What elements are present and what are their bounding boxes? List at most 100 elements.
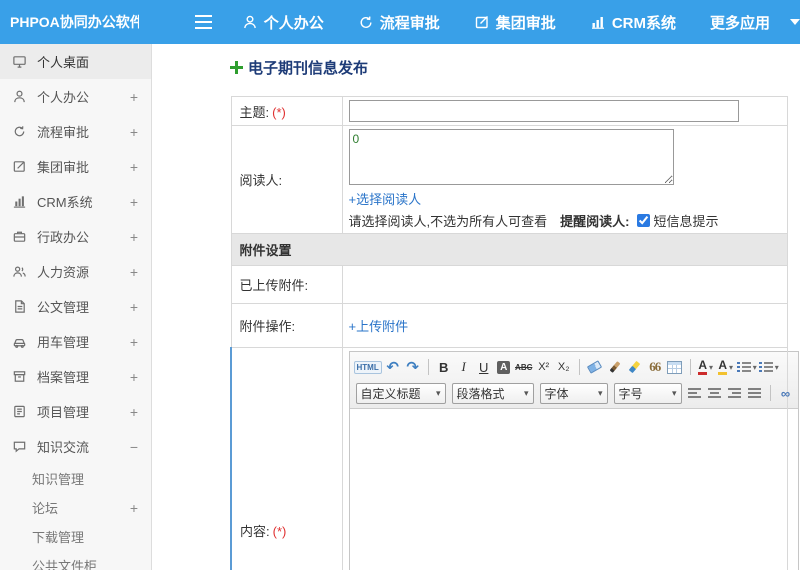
required-marker: (*): [272, 104, 286, 120]
expand-indicator[interactable]: +: [130, 194, 138, 210]
expand-indicator[interactable]: +: [130, 89, 138, 105]
sidebar-item-knowledge-mgmt[interactable]: 知识管理: [0, 464, 151, 493]
paragraph-select[interactable]: 段落格式 ▾: [451, 382, 534, 404]
blockquote-icon[interactable]: 66: [646, 357, 664, 377]
attachment-operation-row: 附件操作: +上传附件: [230, 303, 788, 348]
font-name-icon[interactable]: A: [495, 357, 513, 377]
nav-crm[interactable]: CRM系统: [590, 12, 676, 33]
subject-input[interactable]: [348, 100, 739, 122]
sidebar-item-document-mgmt[interactable]: 公文管理 +: [0, 289, 151, 324]
sidebar-subitem-label: 知识管理: [32, 472, 85, 487]
clipboard-icon: [12, 404, 29, 419]
sidebar-item-public-file-cabinet[interactable]: 公共文件柜: [0, 551, 151, 570]
expand-indicator[interactable]: +: [130, 334, 138, 350]
sidebar-item-personal-office[interactable]: 个人办公 +: [0, 79, 151, 114]
toolbar-separator: [769, 385, 771, 401]
sidebar-item-personal-desktop[interactable]: 个人桌面: [0, 44, 151, 79]
sidebar-item-workflow-approval[interactable]: 流程审批 +: [0, 114, 151, 149]
sidebar-subitem-label: 公共文件柜: [32, 559, 98, 570]
font-color-icon[interactable]: A ▾: [697, 357, 715, 377]
remind-readers-label: 提醒阅读人:: [560, 214, 630, 229]
subscript-icon[interactable]: X₂: [555, 357, 573, 377]
font-size-select[interactable]: 字号 ▾: [613, 382, 682, 404]
sidebar-item-crm[interactable]: CRM系统 +: [0, 184, 151, 219]
expand-indicator[interactable]: +: [130, 369, 138, 385]
highlighter-icon[interactable]: [626, 357, 644, 377]
toolbar-separator: [689, 359, 691, 375]
add-icon: [230, 60, 243, 74]
content-label-cell: 内容: (*): [230, 347, 343, 570]
select-readers-link[interactable]: +选择阅读人: [349, 189, 422, 208]
cycle-icon: [12, 124, 29, 139]
briefcase-icon: [12, 229, 29, 244]
uploaded-label: 已上传附件:: [230, 265, 343, 304]
bold-icon[interactable]: B: [435, 357, 453, 377]
nav-group-approval[interactable]: 集团审批: [474, 12, 556, 33]
nav-personal-office[interactable]: 个人办公: [242, 12, 324, 33]
italic-icon[interactable]: I: [455, 357, 473, 377]
nav-label: 更多应用: [709, 14, 770, 32]
upload-attachment-link[interactable]: +上传附件: [349, 316, 409, 335]
editor-body[interactable]: [349, 409, 798, 570]
font-family-select[interactable]: 字体 ▾: [539, 382, 608, 404]
expand-indicator[interactable]: +: [130, 264, 138, 280]
eraser-icon[interactable]: [586, 357, 604, 377]
sidebar-item-download-mgmt[interactable]: 下载管理: [0, 522, 151, 551]
highlight-color-icon[interactable]: A ▾: [717, 357, 735, 377]
nav-workflow-approval[interactable]: 流程审批: [358, 12, 440, 33]
undo-icon[interactable]: ↶: [384, 357, 402, 377]
ordered-list-icon[interactable]: ▾: [736, 357, 757, 377]
uploaded-attachments-row: 已上传附件:: [230, 265, 788, 304]
person-icon: [12, 89, 29, 104]
document-icon: [12, 299, 29, 314]
nav-more-apps[interactable]: 更多应用: [710, 12, 800, 33]
expand-indicator[interactable]: +: [130, 229, 138, 245]
app-logo: PHPOA协同办公软件: [10, 14, 140, 30]
uploaded-attachments-cell: [341, 265, 788, 304]
unordered-list-icon[interactable]: ▾: [758, 357, 779, 377]
align-center-icon[interactable]: [706, 383, 724, 403]
chevron-down-icon[interactable]: [790, 19, 800, 25]
subject-label-cell: 主题: (*): [230, 96, 343, 126]
source-code-icon[interactable]: HTML: [353, 357, 382, 377]
sidebar-item-hr[interactable]: 人力资源 +: [0, 254, 151, 289]
expand-indicator[interactable]: +: [130, 124, 138, 140]
expand-indicator[interactable]: +: [130, 404, 138, 420]
align-right-icon[interactable]: [726, 383, 744, 403]
archive-icon: [12, 369, 29, 384]
underline-icon[interactable]: U: [475, 357, 493, 377]
sidebar-item-project-mgmt[interactable]: 项目管理 +: [0, 394, 151, 429]
page-title: 电子期刊信息发布: [230, 58, 800, 77]
sidebar-item-vehicle-mgmt[interactable]: 用车管理 +: [0, 324, 151, 359]
expand-indicator[interactable]: −: [130, 439, 138, 455]
sidebar: 个人桌面 个人办公 + 流程审批 + 集团审批 + CRM系统 + 行政办公 +…: [0, 44, 152, 570]
format-brush-icon[interactable]: [606, 357, 624, 377]
desktop-icon: [12, 54, 29, 69]
align-left-icon[interactable]: [686, 383, 704, 403]
align-justify-icon[interactable]: [746, 383, 764, 403]
sidebar-item-group-approval[interactable]: 集团审批 +: [0, 149, 151, 184]
sms-label: 短信息提示: [653, 214, 719, 229]
superscript-icon[interactable]: X²: [535, 357, 553, 377]
expand-indicator[interactable]: +: [130, 500, 138, 516]
link-icon[interactable]: ∞: [777, 383, 795, 403]
readers-textarea[interactable]: 0: [348, 129, 674, 185]
expand-indicator[interactable]: +: [130, 299, 138, 315]
strikethrough-icon[interactable]: ABC: [515, 357, 533, 377]
menu-toggle-icon[interactable]: [195, 15, 212, 29]
sms-checkbox[interactable]: [637, 214, 651, 227]
expand-indicator[interactable]: +: [130, 159, 138, 175]
sidebar-item-knowledge-exchange[interactable]: 知识交流 −: [0, 429, 151, 464]
sidebar-item-archive-mgmt[interactable]: 档案管理 +: [0, 359, 151, 394]
readers-hint-line: 请选择阅读人,不选为所有人可查看 提醒阅读人: 短信息提示: [349, 211, 782, 230]
person-icon: [242, 14, 258, 30]
sidebar-item-admin-office[interactable]: 行政办公 +: [0, 219, 151, 254]
users-icon: [12, 264, 29, 279]
redo-icon[interactable]: ↷: [404, 357, 422, 377]
sidebar-item-label: CRM系统: [37, 195, 93, 210]
sidebar-item-label: 流程审批: [37, 125, 90, 140]
table-icon[interactable]: [666, 357, 684, 377]
sidebar-item-forum[interactable]: 论坛 +: [0, 493, 151, 522]
attachment-op-label: 附件操作:: [230, 303, 343, 348]
heading-select[interactable]: 自定义标题 ▾: [355, 382, 446, 404]
